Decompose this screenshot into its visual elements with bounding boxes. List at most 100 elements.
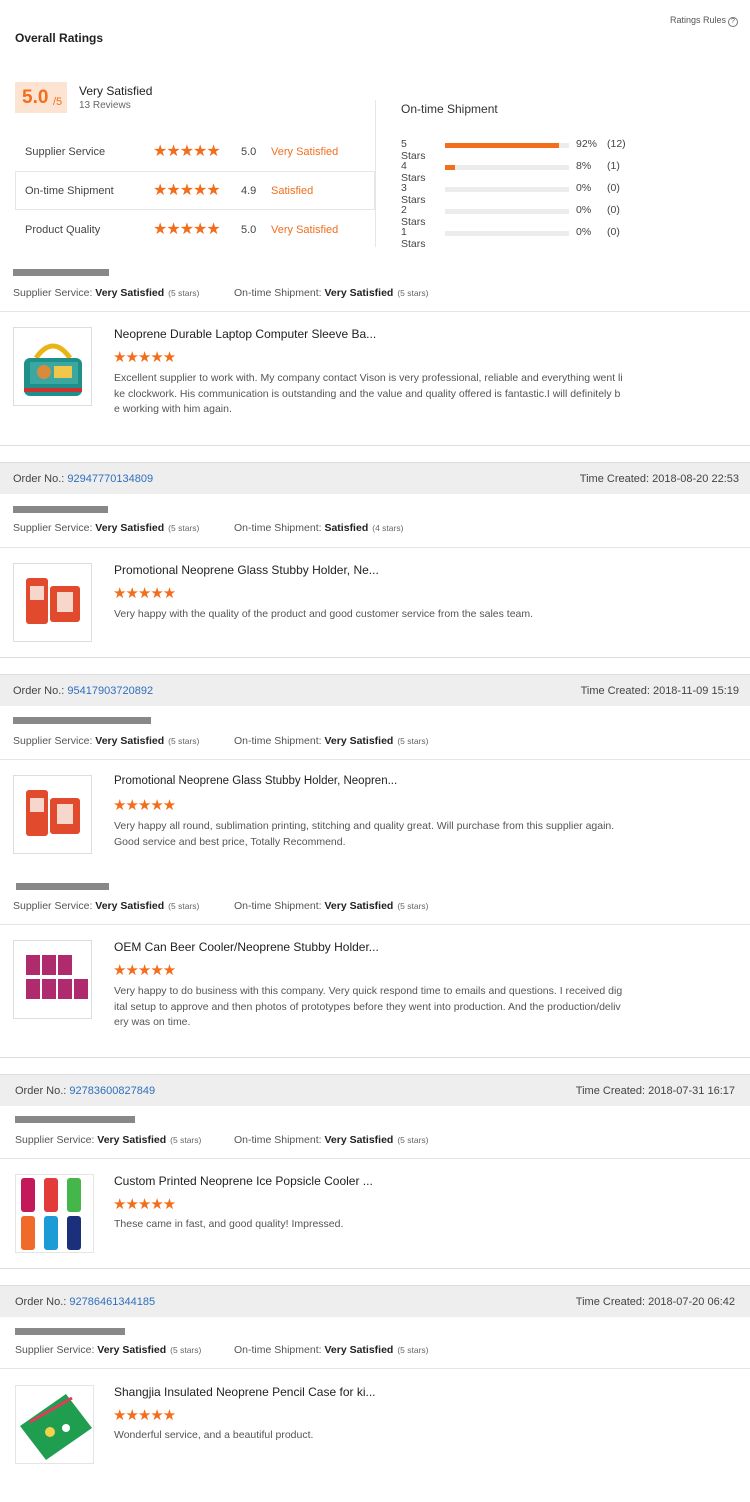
bar-track <box>445 209 569 214</box>
order-number-link[interactable]: 92947770134809 <box>67 473 153 485</box>
review-star-rating: ★★★★★ <box>113 962 176 979</box>
time-created-value: 2018-07-31 16:17 <box>648 1085 735 1097</box>
reviewer-name-redacted <box>15 1328 125 1335</box>
bar-percent: 8% <box>576 160 592 172</box>
rating-value: 5.0 <box>241 146 257 158</box>
product-thumbnail[interactable] <box>13 563 92 642</box>
review-star-rating: ★★★★★ <box>113 585 176 602</box>
overall-rating-label: Very Satisfied <box>79 84 153 98</box>
divider <box>0 759 750 760</box>
product-title-link[interactable]: Shangjia Insulated Neoprene Pencil Case … <box>114 1385 376 1399</box>
product-thumbnail[interactable] <box>13 775 92 854</box>
time-created-label: Time Created: <box>575 1085 646 1097</box>
reviewer-name-redacted <box>15 1116 135 1123</box>
divider <box>0 657 750 658</box>
bar-track <box>445 165 569 170</box>
review-comment: Very happy all round, sublimation printi… <box>114 820 615 848</box>
supplier-service-label: Supplier Service: <box>13 735 93 747</box>
divider <box>0 547 750 548</box>
rating-label: On-time Shipment <box>25 185 114 197</box>
divider <box>375 100 376 247</box>
divider <box>0 311 750 312</box>
ontime-shipment-rating: Very Satisfied <box>324 287 394 299</box>
product-thumbnail[interactable] <box>13 940 92 1019</box>
rating-row-supplier-service: Supplier Service ★★★★★ 5.0 Very Satisfie… <box>15 132 375 171</box>
order-no-label: Order No.: <box>13 473 65 485</box>
review-comment: Very happy with the quality of the produ… <box>114 608 534 620</box>
reviewer-name-redacted <box>13 506 108 513</box>
bar-track <box>445 143 569 148</box>
divider <box>0 924 750 925</box>
bar-track <box>445 231 569 236</box>
ontime-shipment-stars: (5 stars) <box>397 1345 429 1355</box>
supplier-service-stars: (5 stars) <box>170 1135 202 1145</box>
order-number-link[interactable]: 92786461344185 <box>69 1296 155 1308</box>
ontime-shipment-stars: (5 stars) <box>397 736 429 746</box>
product-title-link[interactable]: Custom Printed Neoprene Ice Popsicle Coo… <box>114 1174 373 1188</box>
ontime-shipment-rating: Very Satisfied <box>324 735 394 747</box>
ontime-shipment-stars: (5 stars) <box>397 901 429 911</box>
bar-fill <box>445 143 560 148</box>
rating-text: Very Satisfied <box>271 224 339 236</box>
review-service-line: Supplier Service: Very Satisfied (5 stars… <box>13 900 743 912</box>
can-cooler-image <box>26 955 88 999</box>
product-thumbnail[interactable] <box>15 1385 94 1464</box>
order-bar: Order No.: 92786461344185 Time Created: … <box>0 1285 750 1317</box>
order-bar: Order No.: 92783600827849 Time Created: … <box>0 1074 750 1106</box>
divider <box>0 1368 750 1369</box>
rating-row-ontime-shipment: On-time Shipment ★★★★★ 4.9 Satisfied <box>15 171 375 210</box>
order-number-link[interactable]: 95417903720892 <box>67 685 153 697</box>
ontime-shipment-rating: Very Satisfied <box>324 1344 394 1356</box>
time-created-value: 2018-08-20 22:53 <box>652 473 739 485</box>
review-comment: Wonderful service, and a beautiful produ… <box>114 1429 314 1441</box>
pencil-case-image <box>20 1394 92 1460</box>
bar-percent: 0% <box>576 226 592 238</box>
order-number-link[interactable]: 92783600827849 <box>69 1085 155 1097</box>
review-comment: Excellent supplier to work with. My comp… <box>114 372 623 415</box>
product-title-link[interactable]: Promotional Neoprene Glass Stubby Holder… <box>114 775 397 787</box>
bar-label: 4 Stars <box>401 160 426 184</box>
bar-percent: 0% <box>576 204 592 216</box>
bar-label: 5 Stars <box>401 138 426 162</box>
product-title-link[interactable]: OEM Can Beer Cooler/Neoprene Stubby Hold… <box>114 940 379 954</box>
product-thumbnail[interactable] <box>13 327 92 406</box>
stubby-holder-image <box>26 790 80 836</box>
overall-score: 5.0 <box>22 87 49 108</box>
divider <box>0 1268 750 1269</box>
product-thumbnail[interactable] <box>15 1174 94 1253</box>
reviewer-name-redacted <box>13 717 151 724</box>
bar-percent: 0% <box>576 182 592 194</box>
order-no-label: Order No.: <box>15 1085 67 1097</box>
bar-label: 3 Stars <box>401 182 426 206</box>
star-rating: ★★★★★ <box>153 143 221 160</box>
supplier-service-stars: (5 stars) <box>168 901 200 911</box>
review-comment: Very happy to do business with this comp… <box>114 985 623 1028</box>
ontime-shipment-stars: (5 stars) <box>397 1135 429 1145</box>
rating-row-product-quality: Product Quality ★★★★★ 5.0 Very Satisfied <box>15 210 375 249</box>
bar-label: 2 Stars <box>401 204 426 228</box>
divider <box>0 1057 750 1058</box>
divider <box>0 1158 750 1159</box>
time-created-label: Time Created: <box>575 1296 646 1308</box>
product-title-link[interactable]: Neoprene Durable Laptop Computer Sleeve … <box>114 327 376 341</box>
page-title: Overall Ratings <box>15 31 104 45</box>
bar-count: (0) <box>607 204 620 216</box>
ontime-shipment-stars: (4 stars) <box>372 523 404 533</box>
review-service-line: Supplier Service: Very Satisfied (5 stars… <box>15 1134 745 1146</box>
ratings-rules-link[interactable]: Ratings Rules? <box>670 15 738 27</box>
ontime-shipment-rating: Satisfied <box>324 522 369 534</box>
order-no-label: Order No.: <box>15 1296 67 1308</box>
product-title-link[interactable]: Promotional Neoprene Glass Stubby Holder… <box>114 563 379 577</box>
review-star-rating: ★★★★★ <box>113 797 176 814</box>
review-star-rating: ★★★★★ <box>113 349 176 366</box>
bar-fill <box>445 165 455 170</box>
review-service-line: Supplier Service: Very Satisfied (5 stars… <box>13 287 743 299</box>
review-star-rating: ★★★★★ <box>113 1196 176 1213</box>
review-comment: These came in fast, and good quality! Im… <box>114 1218 344 1230</box>
rating-text: Very Satisfied <box>271 146 339 158</box>
ontime-shipment-stars: (5 stars) <box>397 288 429 298</box>
time-created-value: 2018-07-20 06:42 <box>648 1296 735 1308</box>
ontime-shipment-rating: Very Satisfied <box>324 900 394 912</box>
time-created-value: 2018-11-09 15:19 <box>652 685 739 697</box>
rating-value: 5.0 <box>241 224 257 236</box>
